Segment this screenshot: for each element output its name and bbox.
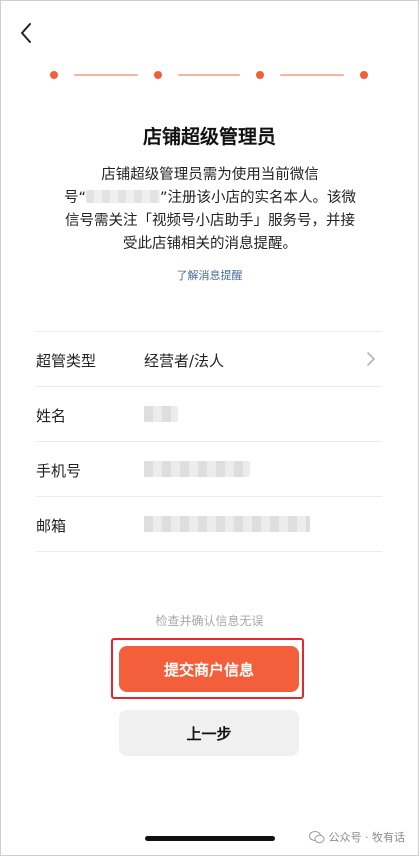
wechat-icon	[308, 830, 324, 843]
phone-label: 手机号	[36, 462, 82, 480]
watermark-text: 公众号 · 牧有话	[328, 831, 406, 844]
chevron-left-icon	[21, 23, 31, 43]
description-line-4: 受此店铺相关的消息提醒。	[123, 236, 297, 252]
submit-merchant-info-button[interactable]: 提交商户信息	[119, 646, 299, 692]
admin-type-label: 超管类型	[36, 352, 97, 370]
admin-type-row[interactable]: 超管类型 经营者/法人	[36, 332, 382, 387]
step-line-3	[280, 74, 344, 76]
step-dot-3	[256, 71, 264, 79]
watermark: 公众号 · 牧有话	[308, 829, 406, 845]
page-title: 店铺超级管理员	[142, 126, 276, 148]
email-label: 邮箱	[36, 517, 67, 535]
step-dot-1	[50, 71, 58, 79]
step-progress	[50, 68, 368, 82]
step-line-1	[74, 74, 138, 76]
back-button[interactable]	[14, 20, 38, 46]
name-label: 姓名	[36, 407, 67, 425]
confirm-hint: 检查并确认信息无误	[155, 614, 264, 628]
step-line-2	[178, 74, 240, 76]
phone-row: 手机号	[36, 442, 382, 497]
name-value-redacted	[144, 406, 178, 422]
description: 店铺超级管理员需为使用当前微信 号“ ”注册该小店的实名本人。该微 信号需关注「视…	[60, 164, 360, 256]
name-row: 姓名	[36, 387, 382, 442]
email-value-redacted	[144, 516, 310, 532]
admin-type-value: 经营者/法人	[144, 352, 225, 370]
step-dot-2	[154, 71, 162, 79]
description-line-1: 店铺超级管理员需为使用当前微信	[101, 167, 319, 183]
description-line-2: 号“ ”注册该小店的实名本人。该微	[63, 190, 357, 206]
phone-value-redacted	[144, 461, 250, 477]
home-indicator	[145, 836, 275, 841]
previous-step-button[interactable]: 上一步	[119, 710, 299, 756]
chevron-right-icon	[367, 352, 375, 366]
learn-message-reminder-link[interactable]: 了解消息提醒	[0, 267, 419, 283]
admin-info-form: 超管类型 经营者/法人 姓名 手机号 邮箱	[36, 331, 382, 552]
step-dot-4	[360, 71, 368, 79]
email-row: 邮箱	[36, 497, 382, 552]
description-line-3: 信号需关注「视频号小店助手」服务号，并接	[65, 213, 355, 229]
wechat-id-redacted	[86, 190, 160, 203]
